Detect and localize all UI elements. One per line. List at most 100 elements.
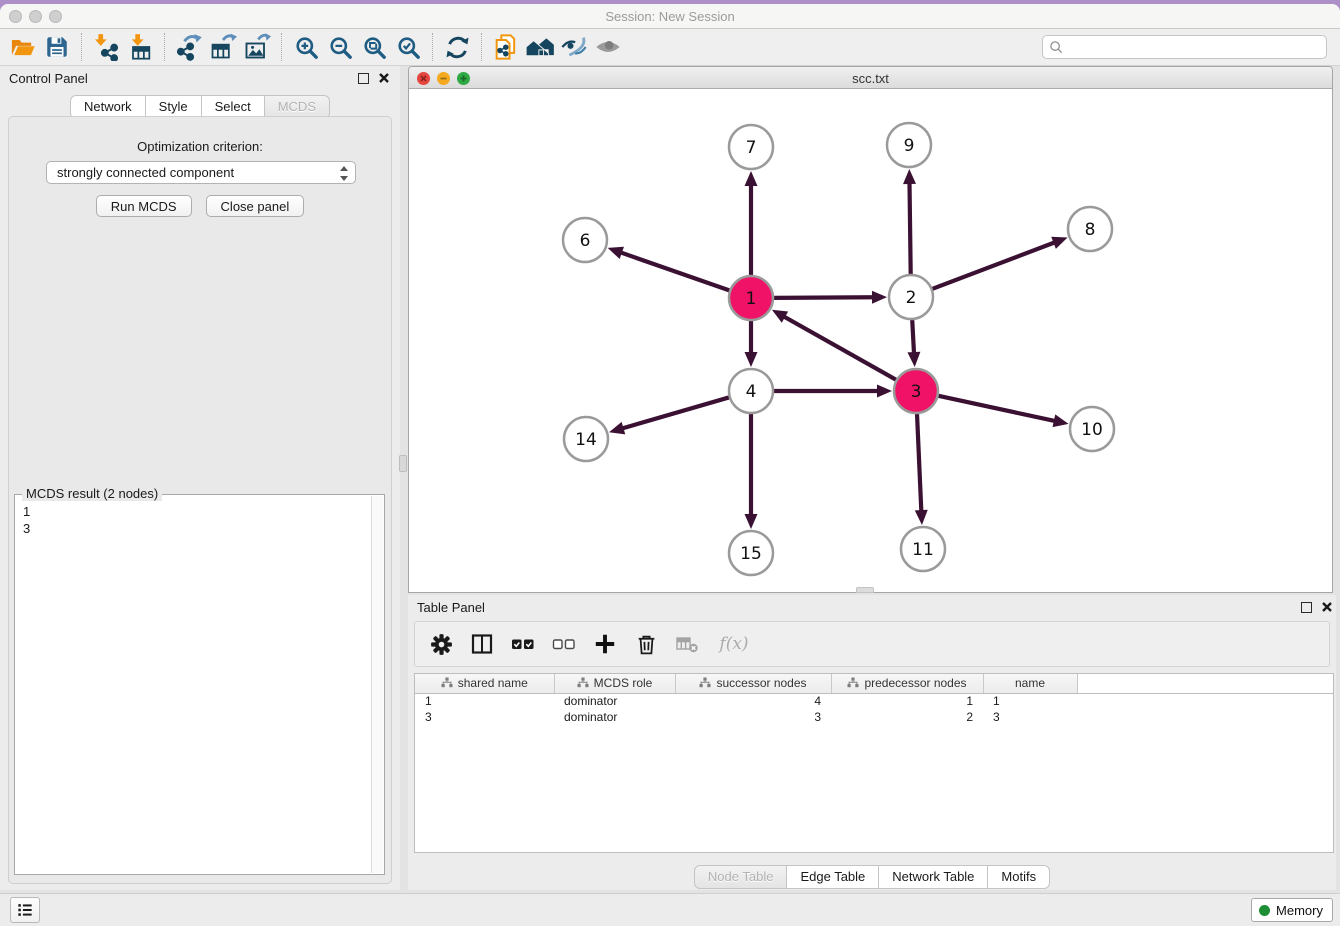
result-scrollbar[interactable] bbox=[371, 496, 383, 873]
node-label-1: 1 bbox=[746, 289, 757, 309]
run-mcds-button[interactable]: Run MCDS bbox=[96, 195, 192, 217]
cell-name[interactable]: 3 bbox=[983, 709, 1077, 725]
apply-layout-button[interactable] bbox=[440, 30, 474, 64]
close-panel-button[interactable]: Close panel bbox=[206, 195, 305, 217]
hide-selected-button[interactable] bbox=[557, 30, 591, 64]
delete-column-button[interactable] bbox=[630, 627, 662, 661]
cell-shared-name[interactable]: 3 bbox=[415, 709, 554, 725]
edge-2-8[interactable] bbox=[933, 242, 1056, 289]
cell-mcds-role[interactable]: dominator bbox=[554, 693, 675, 709]
show-columns-button[interactable] bbox=[466, 627, 498, 661]
edge-arrowhead bbox=[915, 510, 928, 525]
node-label-2: 2 bbox=[906, 288, 917, 308]
edge-2-9[interactable] bbox=[909, 182, 910, 274]
edge-3-10[interactable] bbox=[938, 396, 1055, 421]
criterion-dropdown[interactable]: strongly connected component bbox=[46, 161, 356, 184]
edge-3-1[interactable] bbox=[783, 316, 896, 380]
tab-network-table[interactable]: Network Table bbox=[879, 865, 988, 889]
zoom-out-button[interactable] bbox=[323, 30, 357, 64]
column-header-filler bbox=[1077, 674, 1333, 693]
export-image-button[interactable] bbox=[240, 30, 274, 64]
edge-4-14[interactable] bbox=[622, 397, 729, 428]
edge-arrowhead bbox=[1053, 414, 1069, 427]
mcds-result-box: MCDS result (2 nodes) 13 bbox=[14, 494, 385, 875]
network-resize-handle[interactable] bbox=[856, 587, 874, 593]
tab-edge-table[interactable]: Edge Table bbox=[787, 865, 879, 889]
table-toolbar: f(x) bbox=[414, 621, 1330, 667]
table-row[interactable]: 3dominator323 bbox=[415, 709, 1333, 725]
cell-predecessor-nodes[interactable]: 1 bbox=[831, 693, 983, 709]
split-divider-handle[interactable] bbox=[399, 455, 407, 472]
control-panel-title: Control Panel bbox=[9, 71, 88, 86]
cell-mcds-role[interactable]: dominator bbox=[554, 709, 675, 725]
cell-shared-name[interactable]: 1 bbox=[415, 693, 554, 709]
zoom-selected-icon bbox=[395, 34, 422, 61]
close-panel-icon[interactable] bbox=[378, 72, 390, 84]
delete-table-icon bbox=[674, 632, 700, 656]
node-table: shared name MCDS role successor nodesprede… bbox=[414, 673, 1334, 853]
cell-predecessor-nodes[interactable]: 2 bbox=[831, 709, 983, 725]
export-table-icon bbox=[209, 33, 237, 61]
open-session-button[interactable] bbox=[6, 30, 40, 64]
network-view-title: scc.txt bbox=[409, 71, 1332, 86]
main-toolbar bbox=[0, 29, 1340, 66]
clone-network-button[interactable] bbox=[489, 30, 523, 64]
search-input[interactable] bbox=[1064, 37, 1326, 57]
float-panel-icon[interactable] bbox=[358, 73, 369, 84]
column-header-name[interactable]: name bbox=[983, 674, 1077, 693]
application-window: Session: New Session bbox=[0, 4, 1340, 926]
import-table-button[interactable] bbox=[123, 30, 157, 64]
cell-name[interactable]: 1 bbox=[983, 693, 1077, 709]
show-eye-icon bbox=[594, 33, 622, 61]
close-table-panel-icon[interactable] bbox=[1321, 601, 1333, 613]
float-table-panel-icon[interactable] bbox=[1301, 602, 1312, 613]
node-table-grid[interactable]: shared name MCDS role successor nodesprede… bbox=[415, 674, 1333, 725]
table-row[interactable]: 1dominator411 bbox=[415, 693, 1333, 709]
export-network-button[interactable] bbox=[172, 30, 206, 64]
plus-icon bbox=[592, 631, 618, 657]
apply-function-button: f(x) bbox=[712, 627, 756, 661]
zoom-selected-button[interactable] bbox=[391, 30, 425, 64]
column-header-predecessor-nodes[interactable]: predecessor nodes bbox=[831, 674, 983, 693]
select-all-button[interactable] bbox=[507, 627, 539, 661]
edge-1-2[interactable] bbox=[774, 297, 874, 298]
edge-2-3[interactable] bbox=[912, 320, 914, 354]
table-options-button[interactable] bbox=[425, 627, 457, 661]
clone-network-icon bbox=[492, 33, 520, 61]
column-header-successor-nodes[interactable]: successor nodes bbox=[675, 674, 831, 693]
cell-successor-nodes[interactable]: 4 bbox=[675, 693, 831, 709]
export-table-button[interactable] bbox=[206, 30, 240, 64]
mcds-result-value: 3 bbox=[23, 520, 371, 537]
network-canvas[interactable]: 1234678910111415 bbox=[409, 89, 1332, 593]
save-session-button[interactable] bbox=[40, 30, 74, 64]
network-graph: 1234678910111415 bbox=[409, 89, 1332, 593]
memory-button[interactable]: Memory bbox=[1251, 898, 1333, 922]
import-network-icon bbox=[92, 33, 120, 61]
trash-icon bbox=[634, 632, 659, 657]
search-field[interactable] bbox=[1042, 35, 1327, 59]
add-column-button[interactable] bbox=[589, 627, 621, 661]
edge-3-11[interactable] bbox=[917, 414, 921, 512]
show-hidden-button[interactable] bbox=[591, 30, 625, 64]
column-header-mcds-role[interactable]: MCDS role bbox=[554, 674, 675, 693]
tab-node-table[interactable]: Node Table bbox=[694, 865, 788, 889]
show-all-networks-button[interactable] bbox=[523, 30, 557, 64]
column-label: MCDS role bbox=[594, 676, 653, 690]
zoom-in-icon bbox=[293, 34, 320, 61]
mcds-result-text[interactable]: 13 bbox=[16, 499, 371, 873]
zoom-in-button[interactable] bbox=[289, 30, 323, 64]
edge-1-6[interactable] bbox=[620, 252, 729, 290]
tab-motifs[interactable]: Motifs bbox=[988, 865, 1050, 889]
mcds-result-value: 1 bbox=[23, 503, 371, 520]
column-header-shared-name[interactable]: shared name bbox=[415, 674, 554, 693]
edge-arrowhead bbox=[907, 352, 920, 367]
deselect-all-button[interactable] bbox=[548, 627, 580, 661]
houses-icon bbox=[525, 33, 555, 61]
cell-successor-nodes[interactable]: 3 bbox=[675, 709, 831, 725]
control-panel-header: Control Panel bbox=[0, 66, 400, 90]
zoom-fit-button[interactable] bbox=[357, 30, 391, 64]
export-network-icon bbox=[175, 33, 203, 61]
import-network-button[interactable] bbox=[89, 30, 123, 64]
table-panel-header: Table Panel bbox=[408, 595, 1336, 619]
task-history-button[interactable] bbox=[10, 897, 40, 923]
